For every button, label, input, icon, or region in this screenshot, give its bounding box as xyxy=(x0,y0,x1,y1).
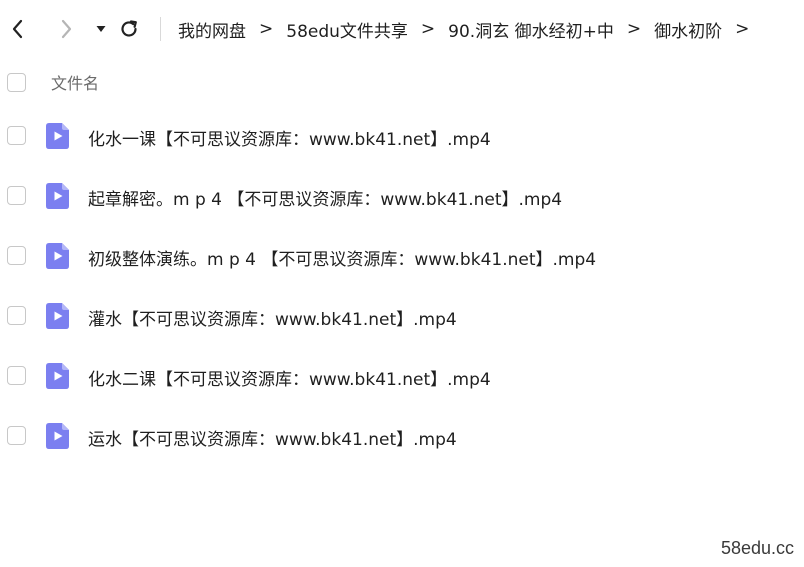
chevron-left-icon xyxy=(12,19,23,39)
forward-button[interactable] xyxy=(53,16,79,42)
breadcrumb-item-current[interactable]: 御水初阶 xyxy=(654,17,722,42)
file-name[interactable]: 灌水【不可思议资源库：www.bk41.net】.mp4 xyxy=(88,305,457,330)
breadcrumb-item-shared[interactable]: 58edu文件共享 xyxy=(286,17,408,42)
breadcrumb-separator: > xyxy=(420,19,436,39)
video-file-icon xyxy=(46,423,69,449)
breadcrumb-separator: > xyxy=(626,19,642,39)
file-checkbox[interactable] xyxy=(7,186,26,205)
watermark: 58edu.cc xyxy=(720,538,794,558)
file-checkbox[interactable] xyxy=(7,246,26,265)
file-row[interactable]: 化水一课【不可思议资源库：www.bk41.net】.mp4 xyxy=(0,116,804,156)
video-file-icon xyxy=(46,183,69,209)
file-checkbox[interactable] xyxy=(7,426,26,445)
breadcrumb-item-course[interactable]: 90.洞玄 御水经初+中 xyxy=(448,17,614,42)
breadcrumb: 我的网盘 > 58edu文件共享 > 90.洞玄 御水经初+中 > 御水初阶 > xyxy=(178,16,762,42)
video-file-icon xyxy=(46,363,69,389)
file-checkbox[interactable] xyxy=(7,306,26,325)
breadcrumb-item-my-drive[interactable]: 我的网盘 xyxy=(178,17,246,42)
file-name[interactable]: 化水二课【不可思议资源库：www.bk41.net】.mp4 xyxy=(88,365,491,390)
select-all-checkbox[interactable] xyxy=(7,72,26,92)
file-row[interactable]: 灌水【不可思议资源库：www.bk41.net】.mp4 xyxy=(0,296,804,336)
file-row[interactable]: 起章解密。m p 4 【不可思议资源库：www.bk41.net】.mp4 xyxy=(0,176,804,216)
file-name[interactable]: 化水一课【不可思议资源库：www.bk41.net】.mp4 xyxy=(88,125,491,150)
file-name[interactable]: 起章解密。m p 4 【不可思议资源库：www.bk41.net】.mp4 xyxy=(88,185,562,210)
list-header: 文件名 xyxy=(0,68,804,96)
video-file-icon xyxy=(46,243,69,269)
file-checkbox[interactable] xyxy=(7,126,26,145)
caret-down-icon xyxy=(96,26,106,32)
toolbar: 我的网盘 > 58edu文件共享 > 90.洞玄 御水经初+中 > 御水初阶 > xyxy=(0,0,804,58)
chevron-right-icon xyxy=(61,19,72,39)
file-name[interactable]: 初级整体演练。m p 4 【不可思议资源库：www.bk41.net】.mp4 xyxy=(88,245,596,270)
file-row[interactable]: 运水【不可思议资源库：www.bk41.net】.mp4 xyxy=(0,416,804,456)
breadcrumb-separator: > xyxy=(259,19,274,39)
file-row[interactable]: 初级整体演练。m p 4 【不可思议资源库：www.bk41.net】.mp4 xyxy=(0,236,804,276)
file-row[interactable]: 化水二课【不可思议资源库：www.bk41.net】.mp4 xyxy=(0,356,804,396)
refresh-button[interactable] xyxy=(116,16,142,42)
toolbar-divider xyxy=(160,17,161,41)
video-file-icon xyxy=(46,123,69,149)
history-dropdown-button[interactable] xyxy=(88,16,114,42)
video-file-icon xyxy=(46,303,69,329)
file-browser: 我的网盘 > 58edu文件共享 > 90.洞玄 御水经初+中 > 御水初阶 >… xyxy=(0,0,804,567)
refresh-icon xyxy=(121,20,137,37)
file-name[interactable]: 运水【不可思议资源库：www.bk41.net】.mp4 xyxy=(88,425,457,450)
column-header-filename[interactable]: 文件名 xyxy=(51,70,99,94)
file-checkbox[interactable] xyxy=(7,366,26,385)
back-button[interactable] xyxy=(5,16,31,42)
breadcrumb-separator: > xyxy=(735,19,750,39)
